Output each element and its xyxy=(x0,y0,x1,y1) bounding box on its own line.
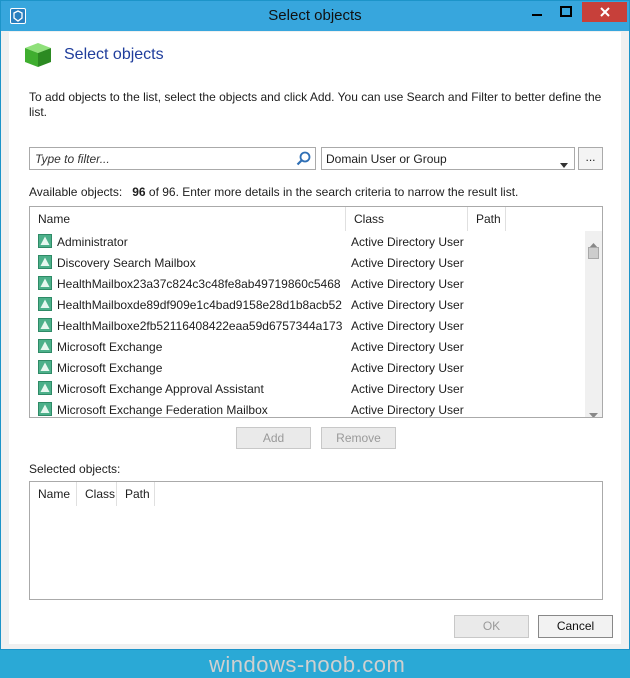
table-row[interactable]: Administrator Active Directory User xyxy=(30,231,586,252)
remove-button[interactable]: Remove xyxy=(321,427,396,449)
user-icon xyxy=(38,339,52,353)
row-class: Active Directory User xyxy=(351,256,464,270)
add-button-label: Add xyxy=(262,431,285,445)
title-bar[interactable]: Select objects xyxy=(1,1,629,31)
user-icon xyxy=(38,234,52,248)
table-row[interactable]: Microsoft Exchange Active Directory User xyxy=(30,357,586,378)
browse-button[interactable]: ... xyxy=(578,147,603,170)
table-row[interactable]: HealthMailboxde89df909e1c4bad9158e28d1b8… xyxy=(30,294,586,315)
row-class: Active Directory User xyxy=(351,277,464,291)
user-icon xyxy=(38,297,52,311)
column-header-path[interactable]: Path xyxy=(468,207,506,231)
user-icon xyxy=(38,276,52,290)
maximize-button[interactable] xyxy=(553,2,579,22)
dialog-body: Select objects To add objects to the lis… xyxy=(9,32,621,677)
cube-icon xyxy=(23,41,53,69)
class-dropdown-value: Domain User or Group xyxy=(326,152,447,166)
column-header-class[interactable]: Class xyxy=(346,207,468,231)
user-icon xyxy=(38,360,52,374)
row-name: HealthMailbox23a37c824c3c48fe8ab49719860… xyxy=(57,277,341,291)
close-button[interactable] xyxy=(582,2,627,22)
selected-column-class[interactable]: Class xyxy=(77,482,117,506)
available-label-suffix: of 96. Enter more details in the search … xyxy=(148,185,519,199)
available-count: 96 xyxy=(132,185,146,199)
row-name: Microsoft Exchange Approval Assistant xyxy=(57,382,264,396)
row-class: Active Directory User xyxy=(351,403,464,417)
available-objects-list[interactable]: Name Class Path Administrator Active Dire… xyxy=(29,206,603,418)
add-button[interactable]: Add xyxy=(236,427,311,449)
table-row[interactable]: Discovery Search Mailbox Active Directory… xyxy=(30,252,586,273)
available-objects-label: Available objects: 96 of 96. Enter more … xyxy=(29,185,518,199)
close-icon xyxy=(599,7,610,17)
user-icon xyxy=(38,402,52,416)
ok-button[interactable]: OK xyxy=(454,615,529,638)
selected-objects-list[interactable]: Name Class Path xyxy=(29,481,603,600)
minimize-button[interactable] xyxy=(524,2,550,22)
selected-column-path[interactable]: Path xyxy=(117,482,155,506)
scrollbar-thumb[interactable] xyxy=(588,247,599,259)
minimize-icon xyxy=(532,14,542,16)
filter-box[interactable] xyxy=(29,147,316,170)
user-icon xyxy=(38,381,52,395)
table-row[interactable]: Microsoft Exchange Federation Mailbox Act… xyxy=(30,399,586,417)
class-dropdown[interactable]: Domain User or Group xyxy=(321,147,575,170)
instructions-text: To add objects to the list, select the o… xyxy=(29,90,602,119)
watermark: windows-noob.com xyxy=(209,652,406,677)
row-name: Microsoft Exchange xyxy=(57,361,163,375)
selected-column-name[interactable]: Name xyxy=(30,482,77,506)
row-name: Microsoft Exchange xyxy=(57,340,163,354)
available-label-prefix: Available objects: xyxy=(29,185,123,199)
remove-button-label: Remove xyxy=(336,431,381,445)
column-header-row: Name Class Path xyxy=(30,207,585,231)
row-class: Active Directory User xyxy=(351,361,464,375)
scroll-down-icon[interactable] xyxy=(589,407,598,417)
table-row[interactable]: HealthMailboxe2fb52116408422eaa59d675734… xyxy=(30,315,586,336)
dialog-window: Select objects Select objects To add obj… xyxy=(0,0,630,677)
vertical-scrollbar[interactable] xyxy=(585,231,602,417)
maximize-icon xyxy=(560,6,572,17)
row-name: Discovery Search Mailbox xyxy=(57,256,196,270)
row-class: Active Directory User xyxy=(351,235,464,249)
table-row[interactable]: Microsoft Exchange Approval Assistant Act… xyxy=(30,378,586,399)
filter-input[interactable] xyxy=(33,150,288,167)
row-class: Active Directory User xyxy=(351,298,464,312)
table-row[interactable]: HealthMailbox23a37c824c3c48fe8ab49719860… xyxy=(30,273,586,294)
ok-button-label: OK xyxy=(482,619,501,633)
row-name: HealthMailboxde89df909e1c4bad9158e28d1b8… xyxy=(57,298,342,312)
search-icon[interactable] xyxy=(296,151,311,169)
cancel-button[interactable]: Cancel xyxy=(538,615,613,638)
row-class: Active Directory User xyxy=(351,340,464,354)
row-class: Active Directory User xyxy=(351,382,464,396)
row-name: Microsoft Exchange Federation Mailbox xyxy=(57,403,268,417)
chevron-down-icon xyxy=(560,157,568,171)
user-icon xyxy=(38,255,52,269)
row-name: HealthMailboxe2fb52116408422eaa59d675734… xyxy=(57,319,343,333)
column-header-name[interactable]: Name xyxy=(30,207,346,231)
user-icon xyxy=(38,318,52,332)
available-rows: Administrator Active Directory User Discov… xyxy=(30,231,586,417)
selected-objects-label: Selected objects: xyxy=(29,462,121,476)
table-row[interactable]: Microsoft Exchange Active Directory User xyxy=(30,336,586,357)
header-title: Select objects xyxy=(64,46,164,63)
row-name: Administrator xyxy=(57,235,128,249)
row-class: Active Directory User xyxy=(351,319,464,333)
cancel-button-label: Cancel xyxy=(556,619,595,633)
